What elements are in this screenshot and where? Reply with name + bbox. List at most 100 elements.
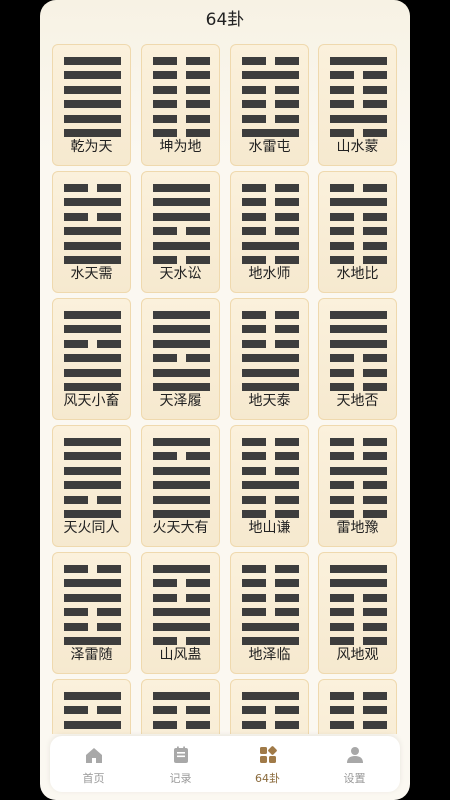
hexagram-card[interactable]: 雷地豫 [318,425,397,547]
yang-line [64,452,121,461]
hexagram-card[interactable]: 山风蛊 [141,552,220,674]
yang-line [153,325,210,334]
yin-line [330,706,387,715]
yang-line [153,692,210,700]
yin-line [242,325,299,334]
yin-line [242,466,299,475]
yang-line [330,565,387,573]
yang-line [64,71,121,80]
yin-line [330,100,387,109]
hexagram-card[interactable]: 天地否 [318,298,397,420]
hexagram-symbol [153,184,210,264]
yang-line [242,71,299,80]
yang-line [64,438,121,446]
hexagram-name: 山水蒙 [336,139,379,155]
yin-line [242,438,299,446]
yin-line [330,227,387,236]
yang-line [153,339,210,348]
yang-line [153,622,210,631]
hexagram-card[interactable]: 天火同人 [52,425,131,547]
yin-line [242,114,299,123]
yin-line [153,100,210,109]
hexagram-symbol [330,184,387,264]
yang-line [242,622,299,631]
hexagram-card[interactable]: 火天大有 [141,425,220,547]
hexagram-name: 坤为地 [159,139,202,155]
yang-line [153,311,210,319]
yang-line [242,354,299,363]
yin-line [242,85,299,94]
yin-line [242,212,299,221]
yin-line [330,608,387,617]
hexagram-name: 水天需 [70,266,113,282]
yang-line [153,565,210,573]
hexagram-card[interactable]: 水天需 [52,171,131,293]
hexagram-name: 风天小畜 [63,393,120,409]
yin-line [242,452,299,461]
hexagram-name: 地天泰 [248,393,291,409]
hexagram-card[interactable]: 乾为天 [52,44,131,166]
hexagram-card[interactable]: 天泽履 [141,298,220,420]
yang-line [330,339,387,348]
hexagram-card[interactable]: 地天泰 [230,298,309,420]
yang-line [64,692,121,700]
hexagram-card[interactable]: 天水讼 [141,171,220,293]
hexagram-name: 天水讼 [159,266,202,282]
hexagram-card[interactable] [141,679,220,734]
yin-line [330,368,387,377]
hexagram-card[interactable]: 地水师 [230,171,309,293]
hexagram-name: 地水师 [248,266,291,282]
hexagram-card[interactable]: 坤为地 [141,44,220,166]
hexagram-symbol [242,184,299,264]
yin-line [330,438,387,446]
hexagram-card[interactable]: 山水蒙 [318,44,397,166]
tab-settings[interactable]: 设置 [311,736,398,792]
hexagram-name: 火天大有 [152,520,209,536]
hexagram-symbol [330,692,387,734]
user-icon [347,747,363,763]
yin-line [330,184,387,192]
hexagram-card[interactable]: 风天小畜 [52,298,131,420]
yang-line [64,325,121,334]
hexagram-symbol [153,438,210,518]
hexagram-card[interactable] [318,679,397,734]
hexagram-card[interactable]: 水雷屯 [230,44,309,166]
yang-line [242,481,299,490]
yin-line [330,593,387,602]
tab-home-label: 首页 [82,772,105,785]
yang-line [242,692,299,700]
yang-line [64,593,121,602]
hexagram-name: 泽雷随 [70,647,113,663]
hexagram-card[interactable]: 地泽临 [230,552,309,674]
yin-line [153,227,210,236]
tab-records[interactable]: 记录 [137,736,224,792]
yang-line [64,311,121,319]
yin-line [64,565,121,573]
yin-line [64,622,121,631]
yin-line [330,452,387,461]
yang-line [153,212,210,221]
hexagram-symbol [242,692,299,734]
tab-home[interactable]: 首页 [50,736,137,792]
tab-64-hexagrams-label: 64卦 [255,772,280,785]
bottom-tab-bar: 首页 记录 64卦 设置 [50,736,400,792]
hexagram-card[interactable] [230,679,309,734]
tab-64-hexagrams[interactable]: 64卦 [224,736,311,792]
tab-settings-label: 设置 [343,772,366,785]
yang-line [64,114,121,123]
yang-line [64,579,121,588]
yin-line [242,184,299,192]
hexagram-card[interactable]: 风地观 [318,552,397,674]
hexagram-card[interactable] [52,679,131,734]
yang-line [153,184,210,192]
yang-line [153,241,210,250]
yang-line [153,368,210,377]
hexagram-symbol [64,57,121,137]
hexagram-symbol [242,565,299,645]
hexagram-card[interactable]: 地山谦 [230,425,309,547]
hexagram-card[interactable]: 水地比 [318,171,397,293]
yin-line [330,481,387,490]
hexagram-card[interactable]: 泽雷随 [52,552,131,674]
yin-line [153,354,210,363]
yang-line [153,495,210,504]
